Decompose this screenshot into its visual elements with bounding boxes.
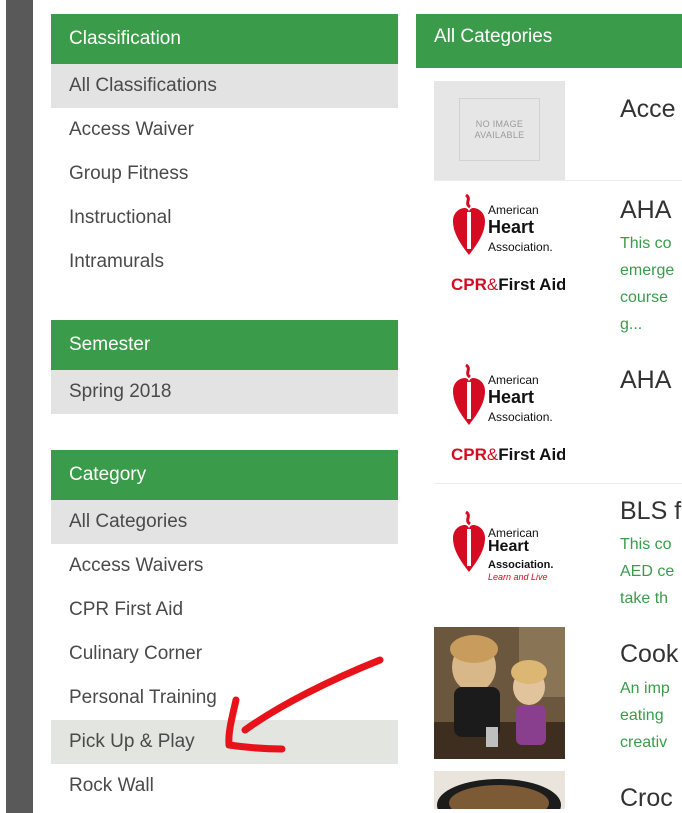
filter-all-categories[interactable]: All Categories	[51, 500, 398, 544]
filter-access-waivers[interactable]: Access Waivers	[51, 544, 398, 588]
cooking-photo-image	[434, 627, 565, 759]
item-desc-line: eating	[620, 707, 664, 724]
item-desc-line: creativ	[620, 734, 668, 751]
cpr-text: CPR	[451, 445, 487, 464]
item-title[interactable]: AHA	[620, 196, 682, 225]
filter-all-classifications[interactable]: All Classifications	[51, 64, 398, 108]
item-title[interactable]: Croc	[620, 784, 682, 813]
filter-rock-wall[interactable]: Rock Wall	[51, 764, 398, 808]
item-desc-line: take th	[620, 590, 669, 607]
item-thumbnail-aha-logo[interactable]: American Heart Association. Learn and Li…	[434, 484, 565, 616]
no-image-text-1: NO IMAGE	[475, 118, 524, 129]
item-desc-line: course	[620, 289, 669, 306]
main-header: All Categories	[416, 14, 682, 68]
item-desc-line: AED ce	[620, 563, 675, 580]
aha-line3: Association.	[488, 240, 553, 254]
item-desc-line: An imp	[620, 680, 670, 697]
item-thumbnail-no-image[interactable]: NO IMAGE AVAILABLE	[434, 81, 565, 180]
item-desc-line: emerge	[620, 262, 675, 279]
crockpot-photo-image	[434, 771, 565, 809]
amp-text: &	[486, 275, 499, 294]
filter-spring-2018[interactable]: Spring 2018	[51, 370, 398, 414]
item-thumbnail-photo[interactable]	[434, 771, 565, 809]
first-aid-text: First Aid	[498, 275, 565, 294]
filter-culinary-corner[interactable]: Culinary Corner	[51, 632, 398, 676]
item-title[interactable]: Acce	[620, 95, 682, 124]
item-thumbnail-aha-logo[interactable]: American Heart Association. CPR&First Ai…	[434, 181, 565, 311]
filter-group-fitness[interactable]: Group Fitness	[51, 152, 398, 196]
classification-panel: Classification All Classifications Acces…	[51, 14, 398, 284]
item-desc-line: This co	[620, 235, 672, 252]
aha-line2: Heart	[488, 538, 529, 555]
aha-line2: Heart	[488, 387, 535, 407]
filter-instructional[interactable]: Instructional	[51, 196, 398, 240]
filter-personal-training[interactable]: Personal Training	[51, 676, 398, 720]
filter-access-waiver[interactable]: Access Waiver	[51, 108, 398, 152]
item-title[interactable]: BLS f	[620, 497, 682, 526]
item-thumbnail-photo[interactable]	[434, 627, 565, 759]
cpr-first-aid-label: CPR&First Aid	[451, 275, 565, 295]
item-thumbnail-aha-logo[interactable]: American Heart Association. CPR&First Ai…	[434, 351, 565, 483]
aha-line3: Association.	[488, 410, 553, 424]
heart-torch-logo-icon	[453, 363, 485, 425]
heart-torch-logo-icon	[453, 193, 485, 255]
filter-intramurals[interactable]: Intramurals	[51, 240, 398, 284]
semester-header: Semester	[51, 320, 398, 370]
first-aid-text: First Aid	[498, 445, 565, 464]
item-desc-line: This co	[620, 536, 672, 553]
cpr-first-aid-label: CPR&First Aid	[451, 445, 565, 465]
classification-header: Classification	[51, 14, 398, 64]
category-panel: Category All Categories Access Waivers C…	[51, 450, 398, 808]
filter-pick-up-and-play[interactable]: Pick Up & Play	[51, 720, 398, 764]
cpr-text: CPR	[451, 275, 487, 294]
left-scrollbar[interactable]	[6, 0, 33, 813]
item-title[interactable]: Cook	[620, 640, 682, 669]
category-header: Category	[51, 450, 398, 500]
item-desc-line: g...	[620, 316, 643, 333]
item-title[interactable]: AHA	[620, 366, 682, 395]
semester-panel: Semester Spring 2018	[51, 320, 398, 414]
no-image-placeholder: NO IMAGE AVAILABLE	[459, 98, 540, 161]
heart-torch-logo-icon	[453, 510, 485, 572]
aha-tagline: Learn and Live	[488, 572, 548, 582]
filter-cpr-first-aid[interactable]: CPR First Aid	[51, 588, 398, 632]
no-image-text-2: AVAILABLE	[474, 129, 525, 140]
aha-line2: Heart	[488, 217, 535, 237]
amp-text: &	[486, 445, 499, 464]
